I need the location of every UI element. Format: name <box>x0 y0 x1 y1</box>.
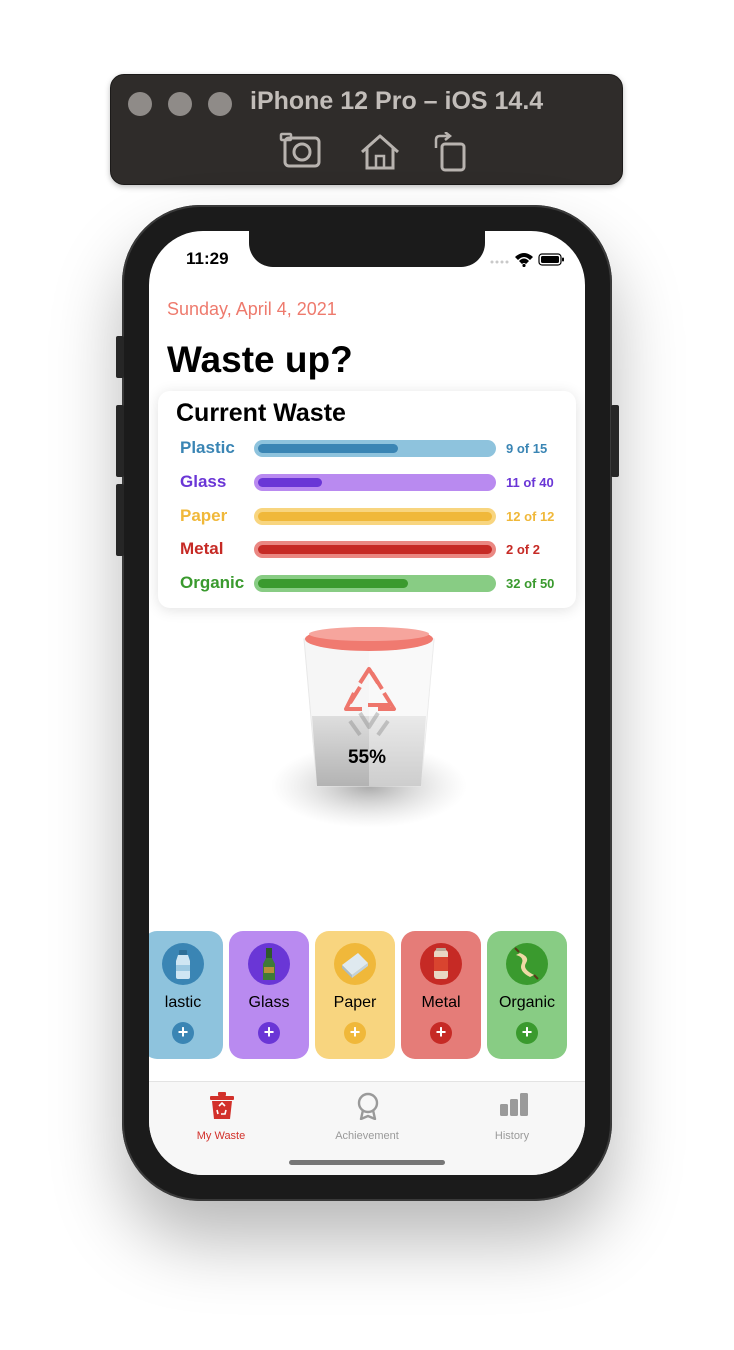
waste-bar-fill <box>258 545 492 554</box>
waste-count: 12 of 12 <box>506 509 555 524</box>
date-label: Sunday, April 4, 2021 <box>167 299 337 319</box>
volume-up-button <box>116 405 124 477</box>
waste-name: Plastic <box>180 438 235 457</box>
page-title: Waste up? <box>167 339 353 380</box>
waste-bar-track <box>254 474 496 491</box>
tab-label: Achievement <box>335 1130 399 1142</box>
waste-row-organic: Organic 32 of 50 <box>180 571 560 595</box>
side-button <box>611 405 619 477</box>
battery-icon <box>538 253 564 266</box>
tab-label: My Waste <box>196 1130 246 1142</box>
tab-my-waste[interactable]: My Waste <box>161 1090 281 1150</box>
waste-row-glass: Glass 11 of 40 <box>180 470 560 494</box>
tab-achievement[interactable]: Achievement <box>307 1090 427 1150</box>
waste-count: 32 of 50 <box>506 576 555 591</box>
simulator-title: iPhone 12 Pro – iOS 14.4 <box>250 87 544 115</box>
category-card-paper[interactable]: Paper + <box>315 931 395 1059</box>
home-icon[interactable] <box>358 132 402 172</box>
screenshot-icon[interactable] <box>279 132 323 172</box>
add-plastic-button[interactable]: + <box>172 1022 194 1044</box>
apple-core-icon <box>506 943 548 985</box>
waste-row-metal: Metal 2 of 2 <box>180 537 560 561</box>
phone-screen: 11:29 Sunday, April 4, 2021 Waste up? Cu… <box>149 231 585 1175</box>
waste-count: 9 of 15 <box>506 441 548 456</box>
waste-bar-track <box>254 541 496 558</box>
home-indicator[interactable] <box>289 1160 445 1165</box>
mute-switch <box>116 336 124 378</box>
card-title: Current Waste <box>176 399 346 427</box>
category-card-organic[interactable]: Organic + <box>487 931 567 1059</box>
tab-history[interactable]: History <box>452 1090 572 1150</box>
rotate-icon[interactable] <box>430 131 474 172</box>
category-card-glass[interactable]: Glass + <box>229 931 309 1059</box>
add-glass-button[interactable]: + <box>258 1022 280 1044</box>
signal-icon <box>490 260 509 264</box>
window-minimize-button[interactable] <box>168 92 192 116</box>
add-paper-button[interactable]: + <box>344 1022 366 1044</box>
category-label: Paper <box>333 994 377 1011</box>
waste-name: Glass <box>180 472 227 491</box>
category-card-metal[interactable]: Metal + <box>401 931 481 1059</box>
chart-icon <box>500 1092 528 1120</box>
waste-bar-fill <box>258 512 492 521</box>
waste-bar-fill <box>258 444 398 453</box>
bin-fill-percent: 55% <box>347 747 387 768</box>
category-label: Metal <box>421 994 461 1011</box>
waste-bar-fill <box>258 478 322 487</box>
tab-label: History <box>494 1130 530 1142</box>
category-card-plastic[interactable]: lastic + <box>149 931 223 1059</box>
waste-count: 2 of 2 <box>506 542 540 557</box>
status-icons <box>489 251 565 272</box>
waste-row-paper: Paper 12 of 12 <box>180 504 560 528</box>
category-label: Organic <box>498 994 556 1011</box>
plastic-bottle-icon <box>162 943 204 985</box>
waste-row-plastic: Plastic 9 of 15 <box>180 436 560 460</box>
waste-bar-track <box>254 508 496 525</box>
window-close-button[interactable] <box>128 92 152 116</box>
current-waste-card: Current Waste Plastic 9 of 15 Glass 11 o… <box>158 391 576 608</box>
add-metal-button[interactable]: + <box>430 1022 452 1044</box>
waste-bar-track <box>254 440 496 457</box>
paper-icon <box>334 943 376 985</box>
waste-bar-fill <box>258 579 408 588</box>
trash-icon <box>209 1092 235 1120</box>
category-label: Glass <box>248 994 290 1011</box>
waste-count: 11 of 40 <box>506 475 554 490</box>
category-label: lastic <box>164 994 202 1011</box>
waste-name: Paper <box>180 506 228 525</box>
window-zoom-button[interactable] <box>208 92 232 116</box>
waste-name: Metal <box>180 539 224 558</box>
award-icon <box>355 1092 381 1121</box>
recycle-bin-illustration <box>264 621 474 831</box>
waste-name: Organic <box>180 573 245 592</box>
volume-down-button <box>116 484 124 556</box>
notch <box>249 231 485 267</box>
wifi-icon <box>515 253 533 268</box>
status-time: 11:29 <box>186 249 229 268</box>
add-organic-button[interactable]: + <box>516 1022 538 1044</box>
glass-bottle-icon <box>248 943 290 985</box>
can-icon <box>420 943 462 985</box>
waste-bar-track <box>254 575 496 592</box>
